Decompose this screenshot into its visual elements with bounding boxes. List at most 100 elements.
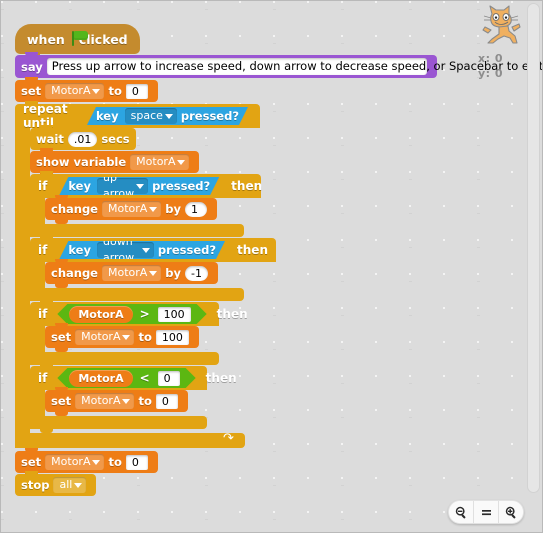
operator-symbol: < <box>139 371 150 385</box>
equals-icon <box>481 509 491 515</box>
if-label: if <box>38 307 48 321</box>
operand-input[interactable]: 100 <box>158 307 191 322</box>
block-wait[interactable]: wait .01 secs <box>30 125 136 154</box>
x-label: x: <box>478 52 491 65</box>
block-key-pressed-down[interactable]: key down arrow pressed? <box>59 241 225 259</box>
when-label: when <box>27 31 65 47</box>
block-set-variable-initial[interactable]: set MotorA to 0 <box>15 77 158 106</box>
key-dropdown[interactable]: down arrow <box>97 242 154 258</box>
repeat-until-arm <box>15 128 30 433</box>
sprite-info-panel: x: 0 y: 0 <box>478 3 530 81</box>
to-label: to <box>108 84 122 98</box>
sprite-x-coordinate: x: 0 <box>478 51 530 66</box>
variable-dropdown[interactable]: MotorA <box>45 454 105 470</box>
block-key-pressed-space[interactable]: key space pressed? <box>87 107 248 125</box>
set-label: set <box>21 455 42 469</box>
y-label: y: <box>478 67 491 80</box>
then-label: then <box>205 371 237 385</box>
say-label: say <box>21 59 43 74</box>
key-dropdown[interactable]: up arrow <box>97 178 148 194</box>
value-input[interactable]: 0 <box>155 393 178 409</box>
if-down-arrow-arm <box>30 262 45 288</box>
y-value: 0 <box>494 67 504 80</box>
secs-label: secs <box>101 132 130 146</box>
scratch-script-editor[interactable]: when clicked say Press up arrow to incre… <box>0 0 543 533</box>
zoom-controls[interactable] <box>448 500 524 524</box>
block-set-variable-max[interactable]: set MotorA to 100 <box>45 323 199 352</box>
key-label: key <box>95 109 119 123</box>
block-set-variable-min[interactable]: set MotorA to 0 <box>45 387 188 416</box>
if-label: if <box>38 371 48 385</box>
zoom-out-button[interactable] <box>449 501 474 523</box>
if-label: if <box>38 243 48 257</box>
repeat-until-footer: ↷ <box>15 431 245 448</box>
key-dropdown[interactable]: space <box>125 108 177 124</box>
loop-arrow-icon: ↷ <box>223 431 234 446</box>
variable-dropdown[interactable]: MotorA <box>101 265 162 281</box>
by-label: by <box>165 202 182 216</box>
block-change-variable-up[interactable]: change MotorA by 1 <box>45 195 218 224</box>
block-set-variable-final[interactable]: set MotorA to 0 <box>15 448 158 477</box>
zoom-reset-button[interactable] <box>474 501 499 523</box>
if-up-arrow-footer <box>30 224 244 237</box>
variable-dropdown[interactable]: MotorA <box>101 201 162 217</box>
key-label: key <box>68 243 91 257</box>
change-label: change <box>51 202 98 216</box>
show-variable-dropdown[interactable]: MotorA <box>130 154 190 170</box>
value-input[interactable]: 100 <box>155 329 189 345</box>
if-label: if <box>38 179 48 193</box>
pressed-label: pressed? <box>157 243 217 257</box>
zoom-in-button[interactable] <box>499 501 523 523</box>
x-value: 0 <box>494 52 503 65</box>
if-less-bottom-notch <box>40 429 53 433</box>
change-amount-input[interactable]: 1 <box>185 201 208 217</box>
set-label: set <box>51 330 72 344</box>
block-say[interactable]: say Press up arrow to increase speed, do… <box>15 52 542 82</box>
block-change-variable-down[interactable]: change MotorA by -1 <box>45 259 218 288</box>
to-label: to <box>138 330 152 344</box>
operator-symbol: > <box>139 307 150 321</box>
variable-reporter[interactable]: MotorA <box>69 306 132 323</box>
block-when-flag-clicked[interactable]: when clicked <box>15 24 140 58</box>
if-less-arm <box>30 390 45 416</box>
zoom-out-icon <box>455 506 465 518</box>
if-down-arrow-footer <box>30 288 244 301</box>
cat-sprite-icon <box>482 5 521 44</box>
if-greater-footer <box>30 352 219 365</box>
if-greater-arm <box>30 326 45 352</box>
pressed-label: pressed? <box>152 179 211 193</box>
block-operator-less-than[interactable]: MotorA < 0 <box>57 368 195 388</box>
change-amount-input[interactable]: -1 <box>185 265 208 281</box>
variable-dropdown[interactable]: MotorA <box>75 393 135 409</box>
variable-dropdown[interactable]: MotorA <box>75 329 135 345</box>
pressed-label: pressed? <box>180 109 239 123</box>
stop-label: stop <box>21 478 50 492</box>
wait-label: wait <box>36 132 64 146</box>
block-show-variable[interactable]: show variable MotorA <box>30 148 200 177</box>
set-label: set <box>51 394 72 408</box>
value-input[interactable]: 0 <box>125 83 148 99</box>
value-input[interactable]: 0 <box>125 454 148 470</box>
show-variable-label: show variable <box>36 155 127 169</box>
zoom-in-icon <box>505 506 515 518</box>
stop-target-dropdown[interactable]: all <box>53 477 87 493</box>
key-label: key <box>68 179 91 193</box>
change-label: change <box>51 266 98 280</box>
variable-reporter[interactable]: MotorA <box>69 370 132 387</box>
then-label: then <box>231 179 263 193</box>
block-key-pressed-up[interactable]: key up arrow pressed? <box>59 177 219 195</box>
wait-duration-input[interactable]: .01 <box>67 131 98 147</box>
to-label: to <box>138 394 152 408</box>
vertical-scrollbar[interactable] <box>527 3 540 493</box>
if-up-arrow-arm <box>30 198 45 224</box>
block-stop[interactable]: stop all <box>15 471 97 496</box>
variable-dropdown[interactable]: MotorA <box>45 83 105 99</box>
by-label: by <box>165 266 182 280</box>
script-canvas[interactable]: when clicked say Press up arrow to incre… <box>1 1 542 501</box>
then-label: then <box>237 243 268 257</box>
to-label: to <box>108 455 122 469</box>
say-message-input[interactable]: Press up arrow to increase speed, down a… <box>46 58 542 75</box>
block-operator-greater-than[interactable]: MotorA > 100 <box>57 304 206 324</box>
set-label: set <box>21 84 42 98</box>
operand-input[interactable]: 0 <box>158 371 180 386</box>
